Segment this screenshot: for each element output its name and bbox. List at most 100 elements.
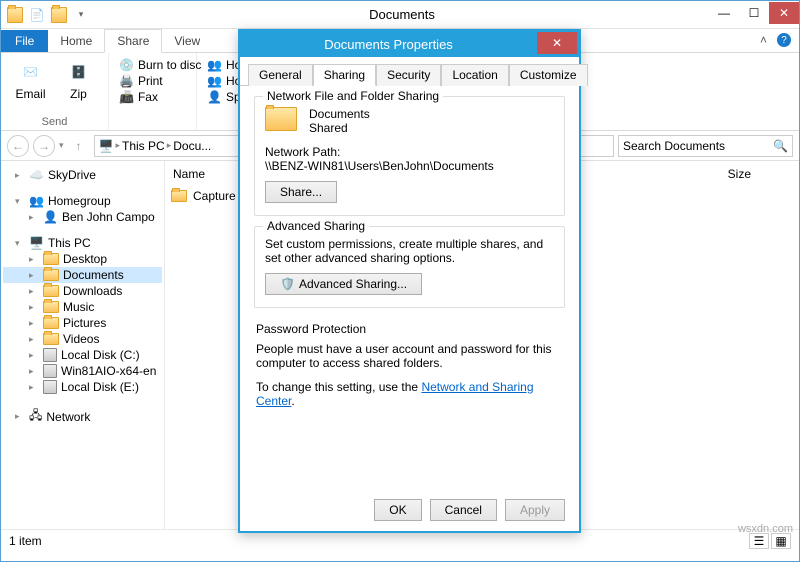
cancel-button[interactable]: Cancel — [430, 499, 497, 521]
zip-label: Zip — [70, 87, 87, 101]
homegroup-icon: 👥 — [207, 74, 222, 88]
tree-homegroup[interactable]: ▾👥Homegroup — [3, 193, 162, 209]
group-password-protection: Password Protection People must have a u… — [254, 318, 565, 412]
tree-user[interactable]: ▸👤Ben John Campo — [3, 209, 162, 225]
item-name: Capture — [193, 189, 236, 203]
up-button[interactable]: ↑ — [68, 135, 90, 157]
maximize-button[interactable]: ☐ — [739, 2, 769, 24]
tree-skydrive[interactable]: ▸☁️SkyDrive — [3, 167, 162, 183]
advanced-sharing-button[interactable]: 🛡️Advanced Sharing... — [265, 273, 422, 295]
help-icon[interactable]: ? — [777, 33, 791, 47]
tree-thispc[interactable]: ▾🖥️This PC — [3, 235, 162, 251]
tree-videos[interactable]: ▸Videos — [3, 331, 162, 347]
shield-icon: 🛡️ — [280, 277, 295, 291]
minimize-button[interactable]: — — [709, 2, 739, 24]
user-icon: 👤 — [43, 210, 58, 224]
folder-icon — [43, 301, 59, 313]
file-tab[interactable]: File — [1, 30, 48, 52]
skydrive-icon: ☁️ — [29, 168, 44, 182]
nav-tree[interactable]: ▸☁️SkyDrive ▾👥Homegroup ▸👤Ben John Campo… — [1, 161, 165, 529]
people-icon: 👤 — [207, 90, 222, 104]
crumb-documents[interactable]: Docu... — [173, 139, 211, 153]
forward-button[interactable]: → — [33, 135, 55, 157]
tab-customize[interactable]: Customize — [509, 64, 588, 86]
share-button[interactable]: Share... — [265, 181, 337, 203]
pc-icon: 🖥️ — [99, 139, 114, 153]
disc-icon: 💿 — [119, 58, 134, 72]
password-line1: People must have a user account and pass… — [256, 342, 563, 370]
close-button[interactable]: ✕ — [769, 2, 799, 24]
burn-button[interactable]: 💿Burn to disc — [117, 57, 203, 73]
folder-icon — [43, 269, 59, 281]
print-button[interactable]: 🖨️Print — [117, 73, 165, 89]
advanced-desc: Set custom permissions, create multiple … — [265, 237, 554, 265]
tree-documents[interactable]: ▸Documents — [3, 267, 162, 283]
qat-dropdown-icon[interactable]: ▾ — [73, 7, 89, 23]
tree-pictures[interactable]: ▸Pictures — [3, 315, 162, 331]
zip-button[interactable]: 🗄️ Zip — [55, 55, 103, 103]
homegroup-icon: 👥 — [207, 58, 222, 72]
search-input[interactable]: Search Documents 🔍 — [618, 135, 793, 157]
window-icon — [7, 7, 23, 23]
watermark: wsxdn.com — [738, 523, 793, 535]
tree-downloads[interactable]: ▸Downloads — [3, 283, 162, 299]
status-item-count: 1 item — [9, 534, 42, 548]
group-network-sharing: Network File and Folder Sharing Document… — [254, 96, 565, 216]
ok-button[interactable]: OK — [374, 499, 421, 521]
window-title: Documents — [95, 7, 709, 22]
network-path-label: Network Path: — [265, 145, 554, 159]
homegroup-icon: 👥 — [29, 194, 44, 208]
password-line2: To change this setting, use the Network … — [256, 380, 563, 408]
apply-button[interactable]: Apply — [505, 499, 565, 521]
crumb-thispc[interactable]: This PC — [122, 139, 165, 153]
folder-large-icon — [265, 107, 301, 137]
tree-music[interactable]: ▸Music — [3, 299, 162, 315]
email-label: Email — [15, 87, 45, 101]
network-icon: 🖧 — [29, 406, 42, 427]
group-legend: Network File and Folder Sharing — [263, 89, 443, 103]
back-button[interactable]: ← — [7, 135, 29, 157]
search-icon: 🔍 — [773, 139, 788, 153]
col-size[interactable]: Size — [728, 167, 751, 181]
fax-icon: 📠 — [119, 90, 134, 104]
disk-icon — [43, 348, 57, 362]
tree-disk-c[interactable]: ▸Local Disk (C:) — [3, 347, 162, 363]
tree-desktop[interactable]: ▸Desktop — [3, 251, 162, 267]
collapse-ribbon-icon[interactable]: ˄ — [760, 33, 767, 47]
envelope-icon: ✉️ — [15, 57, 47, 87]
recent-dropdown-icon[interactable]: ▾ — [59, 140, 64, 151]
disk-icon — [43, 380, 57, 394]
send-group-label: Send — [1, 116, 108, 128]
dialog-title: Documents Properties — [240, 37, 537, 52]
group-advanced-sharing: Advanced Sharing Set custom permissions,… — [254, 226, 565, 308]
qat-folder-icon[interactable] — [51, 7, 67, 23]
pc-icon: 🖥️ — [29, 236, 44, 250]
tab-share[interactable]: Share — [104, 29, 162, 53]
zip-icon: 🗄️ — [63, 57, 95, 87]
tree-disk-d[interactable]: ▸Win81AIO-x64-en — [3, 363, 162, 379]
folder-icon — [43, 253, 59, 265]
qat-new-folder-icon[interactable]: 📄 — [29, 7, 45, 23]
tab-view[interactable]: View — [162, 30, 212, 52]
tab-location[interactable]: Location — [441, 64, 508, 86]
share-name: Documents — [309, 107, 370, 121]
folder-icon — [171, 190, 187, 202]
folder-icon — [43, 333, 59, 345]
share-state: Shared — [309, 121, 370, 135]
tab-general[interactable]: General — [248, 64, 313, 86]
fax-button[interactable]: 📠Fax — [117, 89, 160, 105]
tree-network[interactable]: ▸🖧Network — [3, 405, 162, 428]
search-placeholder: Search Documents — [623, 139, 725, 153]
disk-icon — [43, 364, 57, 378]
folder-icon — [43, 285, 59, 297]
group-legend: Advanced Sharing — [263, 219, 369, 233]
tab-security[interactable]: Security — [376, 64, 441, 86]
tree-disk-e[interactable]: ▸Local Disk (E:) — [3, 379, 162, 395]
network-path-value: \\BENZ-WIN81\Users\BenJohn\Documents — [265, 159, 554, 173]
email-button[interactable]: ✉️ Email — [7, 55, 55, 103]
folder-icon — [43, 317, 59, 329]
printer-icon: 🖨️ — [119, 74, 134, 88]
dialog-close-button[interactable]: ✕ — [537, 32, 577, 54]
tab-home[interactable]: Home — [48, 30, 104, 52]
tab-sharing[interactable]: Sharing — [313, 64, 376, 86]
